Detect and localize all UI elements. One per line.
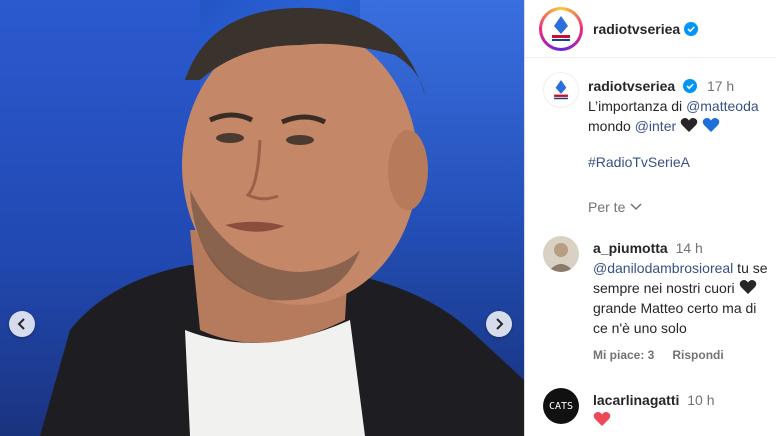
chevron-down-icon [630,203,642,211]
caption-username[interactable]: radiotvseriea [588,78,675,94]
chevron-right-icon [496,318,504,330]
comment-username[interactable]: lacarlinagatti [593,392,679,408]
comment-mention[interactable]: @danilodambrosioreal [593,260,733,276]
post-media [0,0,524,436]
black-heart-icon [739,280,756,294]
caption-hashtag[interactable]: #RadioTvSerieA [588,154,690,170]
comment-text: lacarlinagatti 10 h [593,390,776,430]
serie-a-logo-icon [552,15,570,41]
verified-badge-icon [684,21,699,36]
caption-line1: L’importanza di [588,98,687,114]
post-photo [40,7,524,436]
verified-badge-icon [683,79,698,93]
account-avatar[interactable] [539,6,583,51]
post-details-panel: radiotvseriea radiotvseriea 17 h L’impor… [524,0,776,436]
avatar-text: CATS [548,400,574,412]
comment-likes[interactable]: Mi piace: 3 [593,348,654,362]
caption-avatar[interactable] [543,72,579,108]
caption-time[interactable]: 17 h [707,78,734,94]
comment-sort-dropdown[interactable]: Per te [588,199,642,215]
post-header: radiotvseriea [525,0,776,58]
black-heart-icon [680,118,698,132]
comment-time[interactable]: 14 h [676,240,703,256]
reply-button[interactable]: Rispondi [672,348,723,362]
sort-label: Per te [588,199,626,215]
caption-line2: mondo [588,118,635,134]
comment-avatar[interactable] [543,236,579,272]
blue-heart-icon [702,118,720,132]
chevron-left-icon [17,318,25,330]
caption-mention-matteo[interactable]: @matteoda [686,98,759,114]
comment-username[interactable]: a_piumotta [593,240,668,256]
comment-avatar[interactable]: CATS [543,388,579,424]
comment-actions: Mi piace: 3 Rispondi [593,348,742,362]
previous-photo-button[interactable] [9,311,35,337]
next-photo-button[interactable] [486,311,512,337]
account-username[interactable]: radiotvseriea [593,21,680,37]
caption-mention-inter[interactable]: @inter [635,118,676,134]
caption-text: radiotvseriea 17 h L’importanza di @matt… [588,76,776,136]
serie-a-logo-icon [554,80,568,100]
comment-time[interactable]: 10 h [687,392,714,408]
comment-text: a_piumotta 14 h @danilodambrosioreal tu … [593,240,768,336]
red-heart-icon [593,412,611,426]
